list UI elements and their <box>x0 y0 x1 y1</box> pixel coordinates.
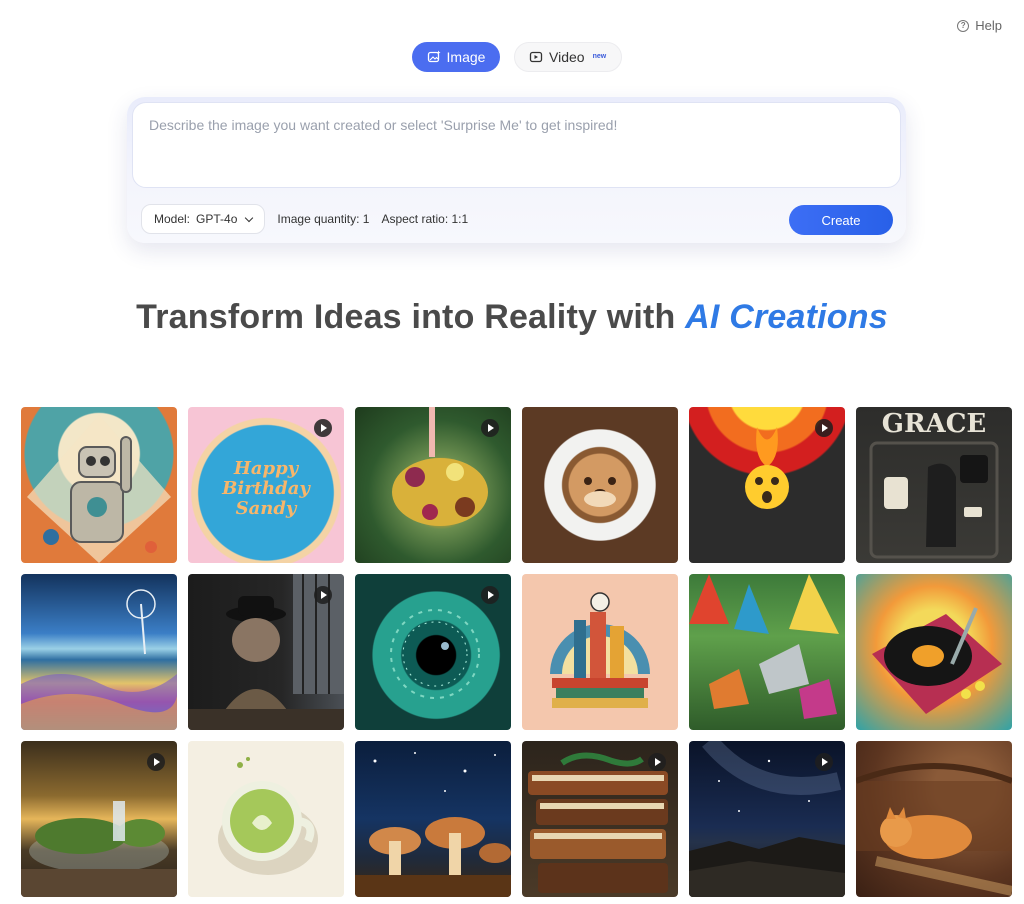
gallery-tile-book-city[interactable] <box>522 574 678 730</box>
video-play-icon <box>147 753 165 771</box>
help-circle-icon: ? <box>957 19 970 32</box>
prompt-controls: Model: GPT-4o Image quantity: 1 Aspect r… <box>141 204 468 234</box>
tab-image-label: Image <box>446 49 486 65</box>
gallery-tile-shocked-emoji-fire[interactable] <box>689 407 845 563</box>
origami-animals-illustration <box>689 574 839 719</box>
book-city-illustration <box>550 592 650 708</box>
chevron-down-icon <box>245 213 254 222</box>
headline-accent: AI Creations <box>685 298 888 336</box>
matcha-cup-illustration <box>218 757 318 875</box>
gallery-tile-retro-robot[interactable] <box>21 407 177 563</box>
video-play-icon <box>314 586 332 604</box>
palm-trees-illustration <box>21 589 177 730</box>
tab-video-label: Video <box>549 49 585 65</box>
prompt-card: Describe the image you want created or s… <box>127 97 906 243</box>
gallery-tile-rainbow-dunes[interactable] <box>21 574 177 730</box>
headline-main: Transform Ideas into Reality with <box>136 298 686 336</box>
video-play-icon <box>815 753 833 771</box>
mode-tabs: Image Video new <box>412 42 622 72</box>
otter-face-illustration <box>584 477 616 507</box>
video-play-icon <box>481 586 499 604</box>
page-headline: Transform Ideas into Reality with AI Cre… <box>0 298 1024 337</box>
aspect-ratio-select[interactable]: Aspect ratio: 1:1 <box>381 212 468 226</box>
turntable-illustration <box>872 607 1002 714</box>
gallery-tile-sleeping-cat[interactable] <box>856 741 1012 897</box>
gallery-tile-green-eye[interactable] <box>355 574 511 730</box>
tab-image[interactable]: Image <box>412 42 500 72</box>
gallery-tile-flower-bee[interactable] <box>355 407 511 563</box>
video-play-icon <box>314 419 332 437</box>
gallery-tile-origami-jungle[interactable] <box>689 574 845 730</box>
video-play-icon <box>648 753 666 771</box>
gallery-tile-matcha-cup[interactable] <box>188 741 344 897</box>
video-play-icon <box>815 419 833 437</box>
help-label: Help <box>975 18 1002 33</box>
gallery-tile-terrarium-waterfall[interactable] <box>21 741 177 897</box>
grace-text: GRACE <box>881 409 987 439</box>
robot-illustration <box>27 415 171 563</box>
example-gallery: Happy Birthday Sandy GRACE <box>21 407 1012 897</box>
sleeping-cat-illustration <box>856 763 1012 896</box>
gallery-tile-bulldog-detective[interactable] <box>188 574 344 730</box>
prompt-input[interactable]: Describe the image you want created or s… <box>132 102 901 188</box>
video-play-icon <box>529 51 543 63</box>
image-quantity-select[interactable]: Image quantity: 1 <box>277 212 369 226</box>
model-select[interactable]: Model: GPT-4o <box>141 204 266 234</box>
cake-text: Happy Birthday Sandy <box>222 458 310 519</box>
help-link[interactable]: ? Help <box>957 18 1002 33</box>
tab-video[interactable]: Video new <box>514 42 622 72</box>
model-label: Model: <box>154 212 191 226</box>
gallery-tile-otter-latte[interactable] <box>522 407 678 563</box>
new-badge: new <box>592 52 607 60</box>
mushroom-village-illustration <box>355 752 511 897</box>
model-value: GPT-4o <box>196 212 238 226</box>
gallery-tile-pop-art-turntable[interactable] <box>856 574 1012 730</box>
gallery-tile-birthday-cake[interactable]: Happy Birthday Sandy <box>188 407 344 563</box>
gallery-tile-milky-way-cliff[interactable] <box>689 741 845 897</box>
video-play-icon <box>481 419 499 437</box>
create-button[interactable]: Create <box>789 205 893 235</box>
gallery-tile-grace-dog-shelf[interactable]: GRACE <box>856 407 1012 563</box>
gallery-tile-lizard-books[interactable] <box>522 741 678 897</box>
image-sparkle-icon <box>427 50 441 63</box>
gallery-tile-mushroom-village[interactable] <box>355 741 511 897</box>
